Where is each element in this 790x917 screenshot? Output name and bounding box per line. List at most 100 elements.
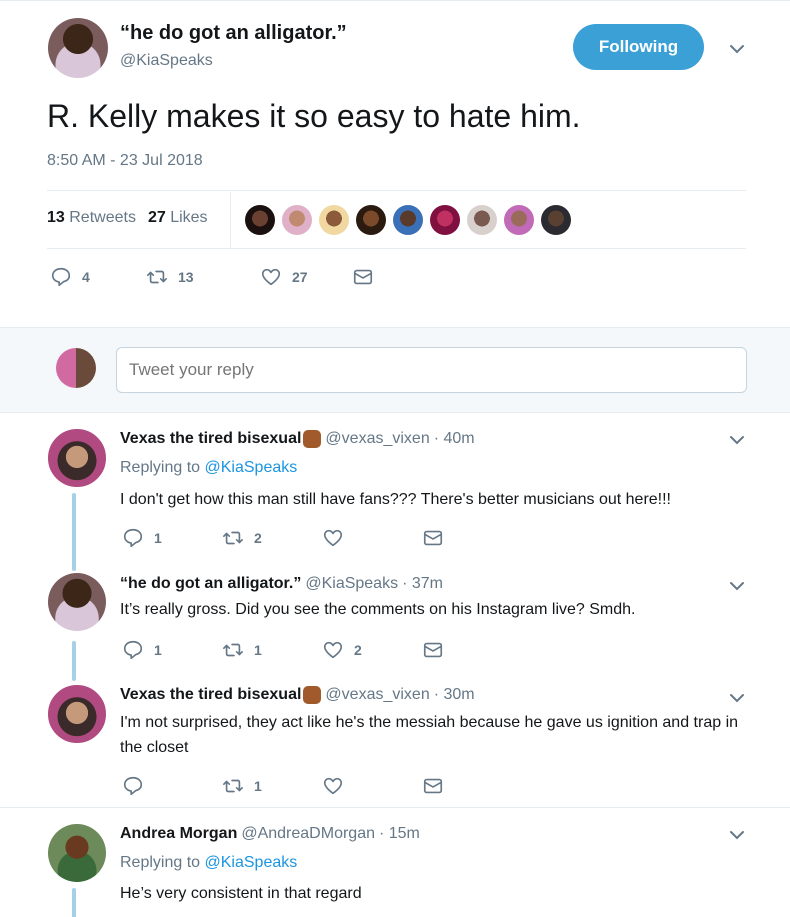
reply-time[interactable]: · 15m [379,825,420,843]
retweet-action[interactable]: 2 [222,527,322,549]
reply-time[interactable]: · 30m [434,686,475,704]
heart-icon [323,529,343,547]
reply-actions: 1 2 [122,527,444,549]
divider [47,190,746,191]
reply-icon [123,528,143,548]
divider [47,248,746,249]
reply-icon [51,267,71,287]
heart-icon [261,268,281,286]
avatar[interactable] [48,824,106,882]
like-action[interactable]: 27 [260,266,352,288]
avatar[interactable] [48,429,106,487]
like-action[interactable] [322,775,422,797]
reply-handle[interactable]: @vexas_vixen [325,686,429,704]
thread-line [72,493,76,571]
liker-avatars [245,205,571,235]
chevron-down-icon[interactable] [728,40,746,58]
raised-fist-emoji-icon [303,430,322,448]
reply-icon [123,640,143,660]
liker-avatar[interactable] [430,205,460,235]
dm-action[interactable] [422,639,444,661]
liker-avatar[interactable] [356,205,386,235]
replying-to-link[interactable]: @KiaSpeaks [205,459,298,476]
liker-avatar[interactable] [541,205,571,235]
chevron-down-icon[interactable] [728,826,746,844]
mail-icon [353,269,373,285]
reply-tweet[interactable]: Andrea Morgan @AndreaDMorgan · 15m Reply… [0,808,790,917]
liker-avatar[interactable] [319,205,349,235]
tweet-text: R. Kelly makes it so easy to hate him. [47,98,581,134]
author-handle[interactable]: @KiaSpeaks [120,52,213,70]
reply-time[interactable]: · 37m [402,575,443,593]
reply-actions: 1 1 2 [122,639,444,661]
reply-text: I don't get how this man still have fans… [120,491,671,508]
retweets-stat[interactable]: 13 Retweets [47,209,136,227]
main-tweet-actions: 4 13 27 [50,266,374,288]
replying-to-link[interactable]: @KiaSpeaks [205,854,298,871]
stats-separator [230,192,231,248]
mail-icon [423,778,443,794]
liker-avatar[interactable] [282,205,312,235]
chevron-down-icon[interactable] [728,577,746,595]
reply-action[interactable]: 1 [122,527,222,549]
reply-display-name[interactable]: Andrea Morgan [120,825,237,843]
reply-handle[interactable]: @vexas_vixen [325,430,429,448]
chevron-down-icon[interactable] [728,431,746,449]
like-action[interactable] [322,527,422,549]
retweet-action[interactable]: 1 [222,639,322,661]
avatar[interactable] [48,18,108,78]
reply-tweet[interactable]: Vexas the tired bisexual @vexas_vixen · … [0,673,790,807]
main-tweet: “he do got an alligator.” @KiaSpeaks Fol… [0,0,790,327]
reply-header: “he do got an alligator.” @KiaSpeaks · 3… [120,575,443,593]
avatar[interactable] [48,573,106,631]
reply-handle[interactable]: @AndreaDMorgan [241,825,375,843]
tweet-stats: 13 Retweets 27 Likes [47,209,208,227]
reply-display-name[interactable]: “he do got an alligator.” [120,575,301,593]
reply-time[interactable]: · 40m [434,430,475,448]
retweet-action[interactable]: 1 [222,775,322,797]
retweet-action[interactable]: 13 [146,266,260,288]
reply-display-name[interactable]: Vexas the tired bisexual [120,430,301,448]
reply-text: He’s very consistent in that regard [120,885,362,902]
retweet-icon [223,643,243,657]
mail-icon [423,642,443,658]
author-display-name[interactable]: “he do got an alligator.” [120,22,347,45]
heart-icon [323,777,343,795]
reply-input[interactable] [116,347,747,393]
reply-action[interactable]: 4 [50,266,146,288]
liker-avatar[interactable] [504,205,534,235]
reply-header: Andrea Morgan @AndreaDMorgan · 15m [120,825,420,843]
liker-avatar[interactable] [245,205,275,235]
retweet-icon [223,779,243,793]
reply-text: It’s really gross. Did you see the comme… [120,601,636,618]
reply-icon [123,776,143,796]
dm-action[interactable] [422,527,444,549]
chevron-down-icon[interactable] [728,689,746,707]
reply-handle[interactable]: @KiaSpeaks [305,575,398,593]
thread-line [72,888,76,917]
dm-action[interactable] [422,775,444,797]
retweet-icon [223,531,243,545]
avatar[interactable] [48,685,106,743]
heart-icon [323,641,343,659]
reply-composer [0,327,790,413]
reply-tweet[interactable]: “he do got an alligator.” @KiaSpeaks · 3… [0,563,790,681]
tweet-timestamp[interactable]: 8:50 AM - 23 Jul 2018 [47,152,203,170]
retweet-icon [147,270,167,284]
reply-tweet[interactable]: Vexas the tired bisexual @vexas_vixen · … [0,413,790,571]
reply-text: I'm not surprised, they act like he's th… [120,714,739,756]
reply-header: Vexas the tired bisexual @vexas_vixen · … [120,430,475,448]
reply-action[interactable] [122,775,222,797]
replying-to: Replying to @KiaSpeaks [120,459,298,476]
dm-action[interactable] [352,266,374,288]
liker-avatar[interactable] [393,205,423,235]
reply-action[interactable]: 1 [122,639,222,661]
reply-display-name[interactable]: Vexas the tired bisexual [120,686,301,704]
replying-to: Replying to @KiaSpeaks [120,854,298,871]
current-user-avatar[interactable] [56,348,96,388]
likes-stat[interactable]: 27 Likes [148,209,208,227]
reply-actions: 1 [122,775,444,797]
following-button[interactable]: Following [573,24,704,70]
liker-avatar[interactable] [467,205,497,235]
like-action[interactable]: 2 [322,639,422,661]
